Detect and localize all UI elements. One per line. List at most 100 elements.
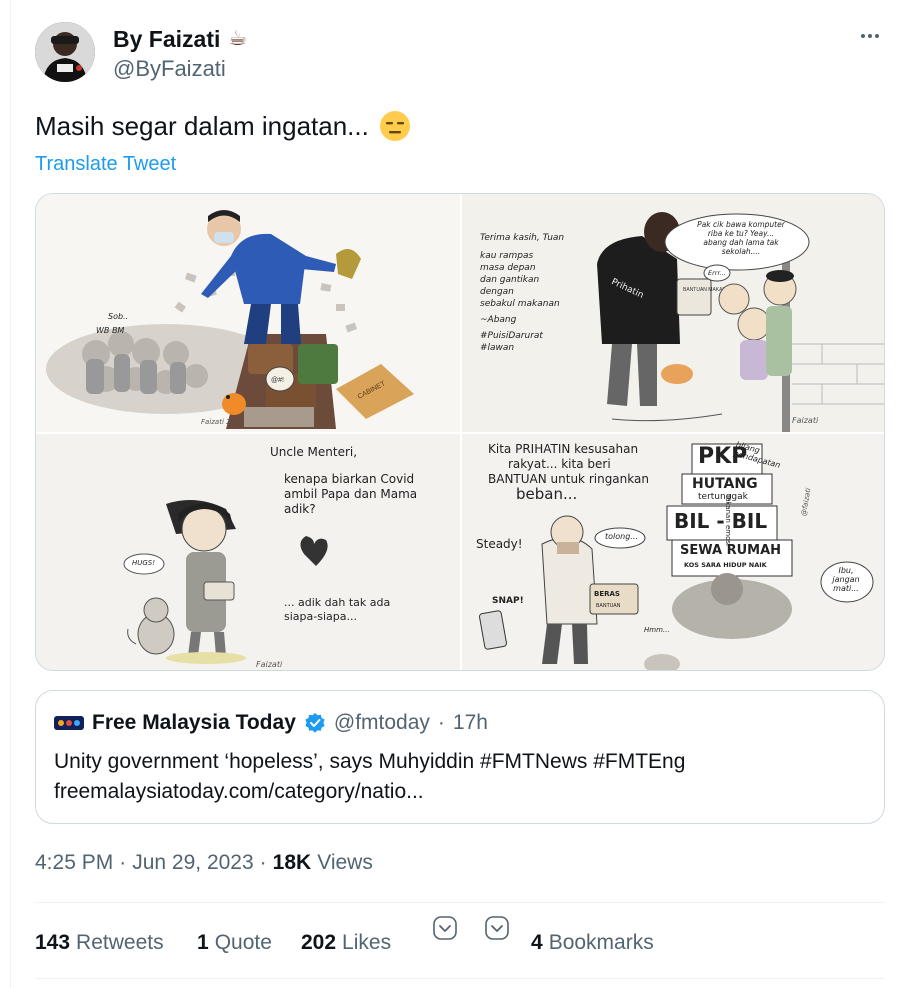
views-label: Views <box>317 851 373 874</box>
quoted-separator: · <box>437 711 445 734</box>
panel2-poem-author: ~Abang <box>480 315 517 325</box>
panel4-bantuan-text: BANTUAN <box>596 603 621 609</box>
panel3-signature: Faizati <box>256 660 283 669</box>
panel4-bil-text: BIL - BIL <box>674 509 768 533</box>
timestamp-separator-2: · <box>259 851 267 874</box>
comic-image-3[interactable]: Uncle Menteri, kenapa biarkan Covid ambi… <box>36 434 460 670</box>
quoted-tweet-header: Free Malaysia Today @fmtoday · 17h <box>54 709 488 737</box>
panel4-ibu-text: Ibu, jangan mati... <box>828 566 864 593</box>
bookmarks-stat[interactable]: 4 Bookmarks <box>531 928 654 958</box>
comic-image-2[interactable]: BANTUAN MAKANAN Terima kasih, Tuan kau r… <box>462 194 884 432</box>
panel3-line-2: kenapa biarkan Covid <box>284 472 415 486</box>
bookmarks-label: Bookmarks <box>548 931 654 954</box>
panel2-hashtag-2: #lawan <box>480 343 515 353</box>
panel3-lines: kenapa biarkan Covid ambil Papa dan Mama… <box>284 472 417 517</box>
likes-label: Likes <box>342 931 392 954</box>
panel3-bottom-line-1: ... adik dah tak ada <box>284 596 391 609</box>
quoted-handle: @fmtoday <box>333 711 430 734</box>
panel2-poem-line-6: sebakul makanan <box>480 299 560 309</box>
panel1-signature: Faizati 2021 <box>201 418 244 426</box>
quoted-display-name: Free Malaysia Today <box>92 711 296 734</box>
quoted-tweet[interactable]: Free Malaysia Today @fmtoday · 17h Unity… <box>35 690 885 824</box>
media-grid: CABINET @#! Sob.. WB BM Faizati 2021 BAN… <box>35 193 885 671</box>
panel4-ibu-line-1: Ibu, <box>838 566 854 575</box>
panel4-top-line-2: rakyat... kita beri <box>508 457 611 471</box>
panel4-ibu-line-2: jangan <box>832 575 860 584</box>
author-handle[interactable]: @ByFaizati <box>113 54 247 84</box>
panel4-top-line-1: Kita PRIHATIN kesusahan <box>488 442 639 456</box>
quotes-label: Quote <box>214 931 272 954</box>
retweets-stat[interactable]: 143 Retweets <box>35 928 164 958</box>
panel4-kos-text: KOS SARA HIDUP NAIK <box>684 561 767 569</box>
panel1-caption-2: WB BM <box>96 326 125 335</box>
divider <box>35 978 885 979</box>
quoted-tweet-body: Unity government ‘hopeless’, says Muhyid… <box>54 747 685 807</box>
avatar[interactable] <box>35 22 95 82</box>
panel2-hashtag-1: #PuisiDarurat <box>480 331 543 341</box>
retweets-count: 143 <box>35 931 71 954</box>
panel2-bubble-line-1: Pak cik bawa komputer <box>697 220 785 229</box>
panel2-err-text: Errr... <box>708 269 726 277</box>
quotes-stat[interactable]: 1 Quote <box>197 928 272 958</box>
panel4-top-text: Kita PRIHATIN kesusahan rakyat... kita b… <box>488 442 649 502</box>
retweets-label: Retweets <box>76 931 164 954</box>
coffee-emoji-icon: ☕ <box>228 27 248 50</box>
panel2-speech-bubble: Pak cik bawa komputer riba ke tu? Yeay..… <box>686 220 796 256</box>
panel2-poem: Terima kasih, Tuan kau rampas masa depan… <box>480 232 564 354</box>
views-count: 18K <box>272 851 312 874</box>
panel2-bubble-line-4: sekolah.... <box>721 247 761 256</box>
panel3-bottom-text: ... adik dah tak ada siapa-siapa... <box>284 596 390 624</box>
author-names: By Faizati ☕ @ByFaizati <box>113 24 247 84</box>
panel2-poem-line-4: dan gantikan <box>480 275 540 285</box>
display-name-text: By Faizati <box>113 26 221 52</box>
panel4-emosi-text: Tekanan emosi <box>724 494 732 547</box>
panel3-line-3: ambil Papa dan Mama <box>284 487 418 501</box>
divider <box>35 902 885 903</box>
panel3-bottom-line-2: siapa-siapa... <box>284 610 357 623</box>
display-name[interactable]: By Faizati ☕ <box>113 24 247 54</box>
panel3-line-1: Uncle Menteri, <box>270 445 358 459</box>
panel3-line-4: adik? <box>284 502 316 516</box>
panel2-poem-line-2: kau rampas <box>480 251 534 261</box>
panel2-poem-line-5: dengan <box>480 287 514 297</box>
comic-image-4[interactable]: Kita PRIHATIN kesusahan rakyat... kita b… <box>462 434 884 670</box>
tweet-date[interactable]: Jun 29, 2023 <box>132 848 253 878</box>
fmt-logo-icon <box>54 716 84 730</box>
panel4-hmm-text: Hmm... <box>644 626 670 634</box>
panel3-hugs-text: HUGS! <box>132 559 156 567</box>
panel4-steady-text: Steady! <box>476 537 523 551</box>
panel4-hutang-note: tertunggak <box>698 492 748 502</box>
chevron-down-icon[interactable] <box>432 915 458 941</box>
panel4-sewa-text: SEWA RUMAH <box>680 543 782 558</box>
timestamp-separator: · <box>119 851 127 874</box>
panel4-hutang-text: HUTANG <box>692 476 758 492</box>
expressionless-face-icon <box>379 110 411 142</box>
panel4-beras-text: BERAS <box>594 590 620 598</box>
panel4-top-line-4: beban... <box>516 485 578 503</box>
quotes-count: 1 <box>197 931 209 954</box>
likes-count: 202 <box>301 931 337 954</box>
tweet-header: By Faizati ☕ @ByFaizati <box>35 22 885 82</box>
tweet-text-content: Masih segar dalam ingatan... <box>35 111 369 141</box>
panel2-bubble-line-2: riba ke tu? Yeay... <box>707 229 775 238</box>
quoted-tweet-text: Unity government ‘hopeless’, says Muhyid… <box>54 750 686 773</box>
translate-tweet-link[interactable]: Translate Tweet <box>35 150 176 178</box>
more-options-icon[interactable] <box>855 24 885 48</box>
panel2-signature: Faizati <box>792 416 819 425</box>
panel1-sound-text: @#! <box>271 377 284 384</box>
chevron-down-icon[interactable] <box>484 915 510 941</box>
quoted-tweet-link: freemalaysiatoday.com/category/natio... <box>54 780 424 803</box>
comic-image-1[interactable]: CABINET @#! Sob.. WB BM Faizati 2021 <box>36 194 460 432</box>
tweet-timestamp: 4:25 PM · Jun 29, 2023 · 18K Views <box>35 848 373 878</box>
timeline-border <box>10 0 11 988</box>
quoted-time: 17h <box>452 711 488 734</box>
likes-stat[interactable]: 202 Likes <box>301 928 391 958</box>
panel4-tolong-text: tolong... <box>605 532 638 541</box>
panel4-snap-text: SNAP! <box>492 596 524 606</box>
tweet-time[interactable]: 4:25 PM <box>35 848 113 878</box>
bookmarks-count: 4 <box>531 931 543 954</box>
panel2-bubble-line-3: abang dah lama tak <box>703 238 779 247</box>
panel2-poem-line-3: masa depan <box>480 263 536 273</box>
panel2-poem-line-1: Terima kasih, Tuan <box>480 233 565 243</box>
panel1-caption: Sob.. <box>108 312 129 321</box>
